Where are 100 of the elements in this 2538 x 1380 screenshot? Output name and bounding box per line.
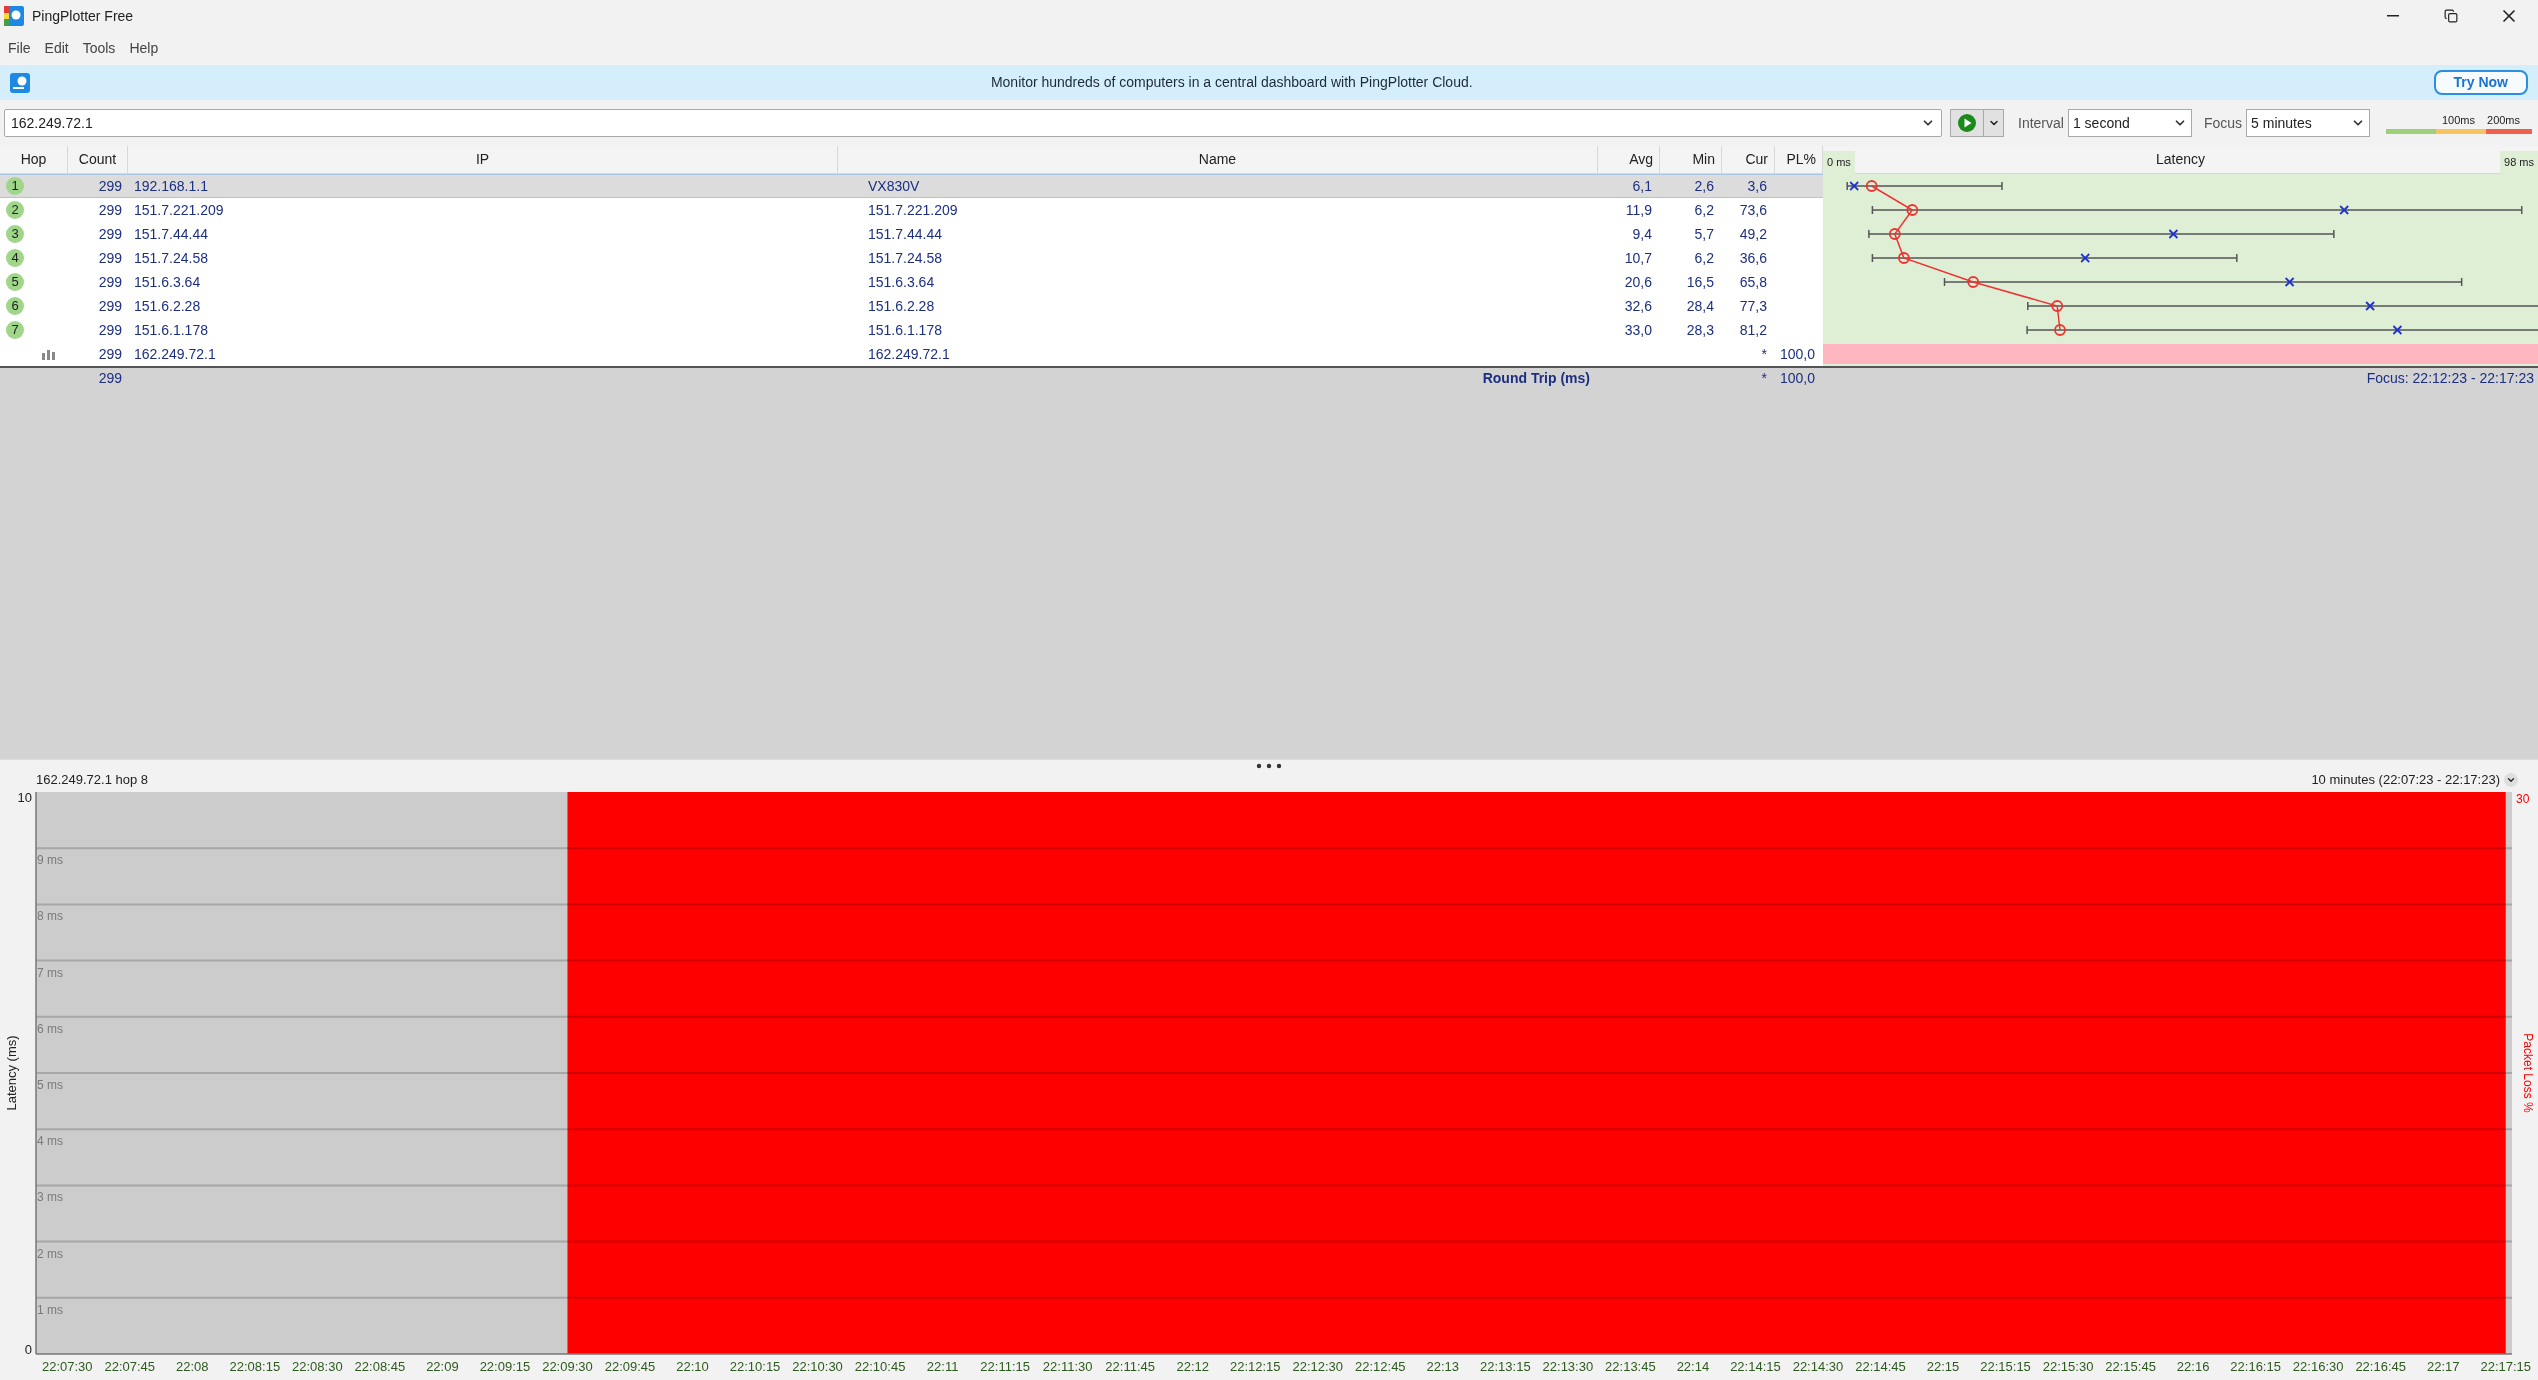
latency-scale-label: 200ms [2487, 113, 2521, 129]
column-header[interactable]: Cur [1722, 146, 1775, 173]
splitter-grip-icon[interactable] [1255, 762, 1283, 769]
x-axis-label: 22:16:30 [2292, 1359, 2344, 1374]
hop-number: 3 [6, 225, 24, 243]
x-axis-label: 22:07:30 [41, 1359, 93, 1374]
menu-item[interactable]: File [8, 38, 31, 59]
banner-text: Monitor hundreds of computers in a central dashboard with PingPlotter Cloud. [989, 73, 1474, 92]
gridline-label: 6 ms [37, 1021, 63, 1036]
x-axis-label: 22:07:45 [104, 1359, 156, 1374]
table-cell-text: 151.6.3.64 [867, 272, 936, 292]
y-axis-title: Latency (ms) [4, 1035, 19, 1111]
table-cell-text: 299 [98, 224, 123, 244]
average-marker [1906, 204, 1919, 216]
table-cell-text: 16,5 [1686, 272, 1715, 292]
window-title: PingPlotter Free [32, 6, 134, 26]
current-marker [2080, 253, 2091, 263]
gridline-label: 9 ms [37, 853, 63, 868]
x-axis-label: 22:13 [1426, 1359, 1460, 1374]
target-field[interactable]: 162.249.72.1 [4, 109, 1942, 137]
table-cell-text: 151.7.24.58 [867, 248, 943, 268]
focus-range-text: Focus: 22:12:23 - 22:17:23 [2366, 368, 2535, 388]
graph-title: 162.249.72.1 hop 8 [36, 770, 149, 789]
table-cell-text: 299 [98, 248, 123, 268]
x-axis-label: 22:10:45 [854, 1359, 906, 1374]
table-cell-text: 162.249.72.1 [867, 344, 951, 364]
table-cell-text: 151.7.24.58 [133, 248, 209, 268]
table-cell-text: 151.6.2.28 [867, 296, 936, 316]
table-cell-text: 81,2 [1739, 320, 1768, 340]
table-cell-text: 33,0 [1624, 320, 1653, 340]
latency-max-label: 98 ms [2500, 151, 2538, 174]
x-axis-label: 22:11:30 [1042, 1359, 1093, 1374]
table-cell-text: VX830V [867, 176, 921, 196]
x-axis-label: 22:14:30 [1792, 1359, 1844, 1374]
table-cell-text: 73,6 [1739, 200, 1768, 220]
timeframe-label[interactable]: 10 minutes (22:07:23 - 22:17:23) [2311, 769, 2500, 790]
x-axis-label: 22:09:30 [542, 1359, 593, 1374]
column-header[interactable]: Hop [0, 146, 68, 173]
table-cell-text: 299 [98, 296, 123, 316]
table-cell-text: 100,0 [1779, 368, 1816, 388]
menu-item[interactable]: Edit [44, 38, 69, 59]
table-cell-text: 28,3 [1686, 320, 1715, 340]
gridline-label: 4 ms [37, 1134, 63, 1149]
current-marker [2365, 301, 2375, 311]
x-axis-label: 22:15:45 [2105, 1359, 2156, 1374]
minimize-icon [2387, 15, 2399, 17]
bar-chart-icon [42, 348, 56, 360]
x-axis-label: 22:15:30 [2042, 1359, 2094, 1374]
table-cell-text: 28,4 [1686, 296, 1715, 316]
chevron-down-icon[interactable] [2504, 772, 2518, 787]
focus-label: Focus [2203, 113, 2243, 133]
round-trip-label: Round Trip (ms) [1482, 368, 1591, 388]
focus-select[interactable]: 5 minutes [2246, 109, 2371, 137]
interval-select[interactable]: 1 second [2067, 109, 2192, 137]
table-cell-text: 32,6 [1624, 296, 1653, 316]
column-header[interactable]: Avg [1598, 146, 1660, 173]
try-now-button[interactable]: Try Now [2433, 70, 2528, 95]
menu-item[interactable]: Help [129, 38, 159, 59]
x-axis-label: 22:08:15 [229, 1359, 281, 1374]
interval-label: Interval [2018, 113, 2064, 133]
table-cell-text: 100,0 [1779, 344, 1816, 364]
table-cell-text: 162.249.72.1 [133, 344, 217, 364]
restore-icon [2444, 9, 2458, 23]
menu-item[interactable]: Tools [82, 38, 116, 59]
current-marker [2392, 325, 2403, 335]
current-marker [2339, 205, 2350, 215]
table-cell-text: 151.6.1.178 [867, 320, 943, 340]
average-marker [1898, 252, 1910, 264]
hop-number: 4 [6, 249, 24, 267]
x-axis-label: 22:13:45 [1605, 1359, 1656, 1374]
table-cell-text: 36,6 [1739, 248, 1768, 268]
table-cell-text: 151.7.221.209 [867, 200, 959, 220]
gridline-label: 8 ms [37, 909, 63, 924]
x-axis-label: 22:14 [1676, 1359, 1710, 1374]
table-row[interactable]: 1 299 192.168.1.1 VX830V 6,1 2,6 3,6 [0, 174, 1823, 198]
column-header[interactable]: Count [68, 146, 128, 173]
app-logo-icon [4, 6, 24, 26]
column-header[interactable]: IP [128, 146, 838, 173]
right-axis-title: Packet Loss % [2521, 1033, 2535, 1113]
table-cell-text: 151.6.1.178 [133, 320, 209, 340]
x-axis-label: 22:12:45 [1355, 1359, 1406, 1374]
current-marker [1849, 181, 1860, 191]
x-axis-label: 22:16:15 [2230, 1359, 2281, 1374]
column-header[interactable]: Latency [2155, 149, 2205, 170]
table-cell-text: 6,1 [1632, 176, 1653, 196]
table-cell-text: 151.7.221.209 [133, 200, 225, 220]
column-header[interactable]: Min [1660, 146, 1722, 173]
x-axis-label: 22:09:15 [479, 1359, 531, 1374]
start-button[interactable] [1950, 109, 1984, 137]
column-header[interactable]: Name [838, 146, 1598, 173]
x-axis-label: 22:09:45 [604, 1359, 656, 1374]
start-options-button[interactable] [1984, 109, 2004, 137]
table-cell-text: 151.6.2.28 [133, 296, 202, 316]
table-cell-text: 5,7 [1694, 224, 1715, 244]
x-axis-label: 22:11:15 [980, 1359, 1030, 1374]
hop-number: 5 [6, 273, 24, 291]
table-cell-text: 151.7.44.44 [867, 224, 943, 244]
table-cell-text: 20,6 [1624, 272, 1653, 292]
hop-number: 6 [6, 297, 24, 315]
table-cell-text: * [1761, 368, 1768, 388]
